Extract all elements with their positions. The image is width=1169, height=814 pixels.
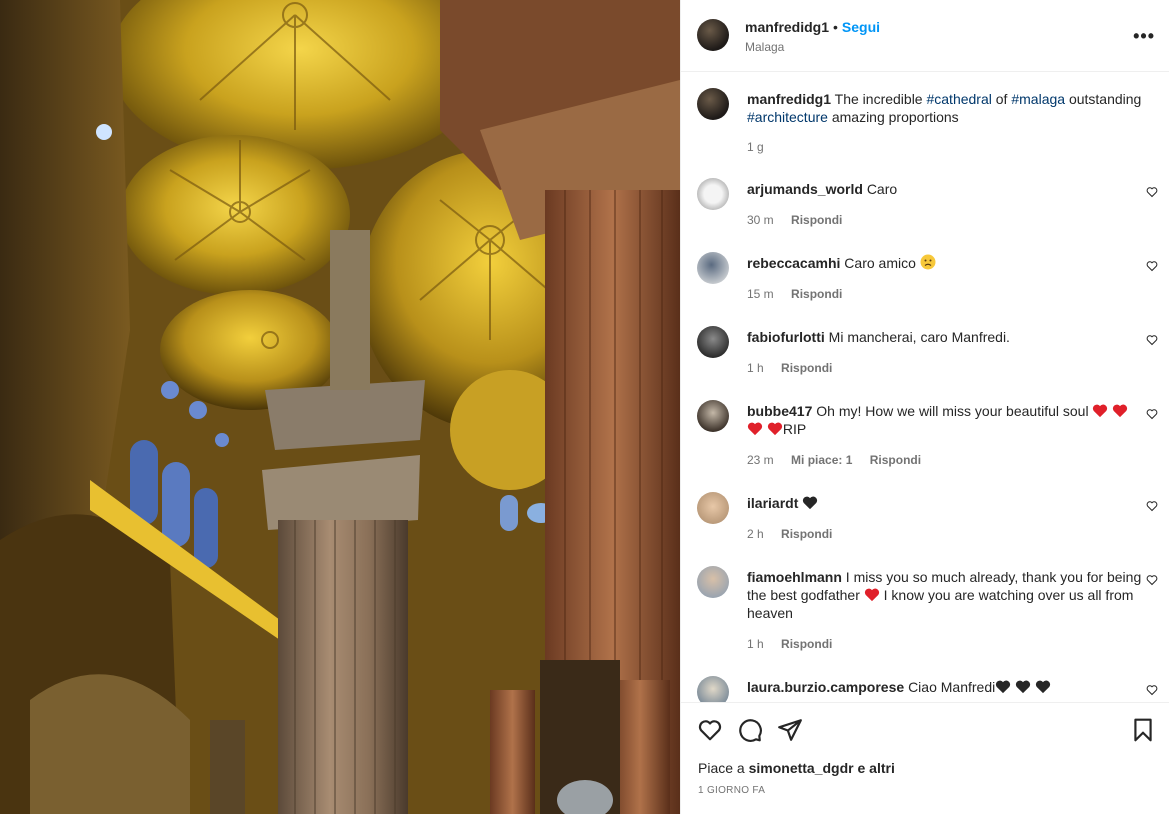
reply-button[interactable]: Rispondi <box>791 213 842 227</box>
comment-time[interactable]: 23 m <box>747 453 774 467</box>
comment-username[interactable]: fabiofurlotti <box>747 329 825 345</box>
commenter-avatar[interactable] <box>697 252 729 284</box>
comment-likes[interactable]: Mi piace: 1 <box>791 453 852 467</box>
comment-time[interactable]: 15 m <box>747 287 774 301</box>
like-comment-heart-icon[interactable] <box>1146 500 1158 512</box>
reply-button[interactable]: Rispondi <box>870 453 921 467</box>
comment-body-end: RIP <box>782 421 807 437</box>
comment-text: fabiofurlotti Mi mancherai, caro Manfred… <box>747 328 1147 346</box>
commenter-avatar[interactable] <box>697 492 729 524</box>
comment-username[interactable]: fiamoehlmann <box>747 569 842 585</box>
post-sidebar: manfredidg1 • Segui Malaga ••• manfredidg1… <box>680 0 1169 814</box>
commenter-avatar[interactable] <box>697 566 729 598</box>
caption-username[interactable]: manfredidg1 <box>747 91 831 107</box>
comment-meta: 23 m Mi piace: 1 Rispondi <box>747 453 935 467</box>
post-header: manfredidg1 • Segui Malaga ••• <box>681 0 1169 72</box>
caption-text-2: of <box>995 91 1008 107</box>
caption-text-3: outstanding <box>1068 91 1142 107</box>
comment-body: Ciao Manfredi <box>908 679 996 695</box>
comment-text: fiamoehlmann I miss you so much already,… <box>747 568 1147 622</box>
comment-text: rebeccacamhi Caro amico <box>747 254 1147 272</box>
caption-avatar[interactable] <box>697 88 729 120</box>
comment-meta: 30 m Rispondi <box>747 213 856 227</box>
comment-text: ilariardt <box>747 494 1147 512</box>
sad-face-icon <box>920 254 936 270</box>
share-send-icon[interactable] <box>777 717 803 743</box>
comment-text: bubbe417 Oh my! How we will miss your be… <box>747 402 1147 438</box>
like-comment-heart-icon[interactable] <box>1146 260 1158 272</box>
author-username[interactable]: manfredidg1 <box>745 19 829 35</box>
comment-username[interactable]: laura.burzio.camporese <box>747 679 904 695</box>
black-hearts-emoji <box>995 679 1051 695</box>
black-heart-emoji <box>803 496 818 510</box>
like-comment-heart-icon[interactable] <box>1146 334 1158 346</box>
comment-body: Caro <box>866 181 898 197</box>
like-comment-heart-icon[interactable] <box>1146 186 1158 198</box>
comment-username[interactable]: arjumands_world <box>747 181 863 197</box>
comment-username[interactable]: bubbe417 <box>747 403 812 419</box>
save-bookmark-icon[interactable] <box>1130 717 1156 743</box>
hashtag-cathedral[interactable]: #cathedral <box>926 91 991 107</box>
hashtag-architecture[interactable]: #architecture <box>747 109 828 125</box>
comment-username[interactable]: ilariardt <box>747 495 798 511</box>
more-options-icon[interactable]: ••• <box>1133 26 1155 47</box>
caption-meta: 1 g <box>747 140 778 154</box>
comment-body: Caro amico <box>844 255 916 271</box>
likes-others[interactable]: e altri <box>858 760 895 776</box>
reply-button[interactable]: Rispondi <box>781 527 832 541</box>
comment-time[interactable]: 2 h <box>747 527 764 541</box>
post-dialog: manfredidg1 • Segui Malaga ••• manfredidg1… <box>0 0 1169 814</box>
red-heart-emoji <box>864 588 879 602</box>
caption-text-4: amazing proportions <box>831 109 959 125</box>
comment-meta: 1 h Rispondi <box>747 637 846 651</box>
reply-button[interactable]: Rispondi <box>791 287 842 301</box>
comment-time[interactable]: 1 h <box>747 361 764 375</box>
location-link[interactable]: Malaga <box>745 40 784 54</box>
post-image[interactable] <box>0 0 680 814</box>
comment-meta: 15 m Rispondi <box>747 287 856 301</box>
comment-meta: 1 h Rispondi <box>747 361 846 375</box>
follow-button[interactable]: Segui <box>842 19 880 35</box>
commenter-avatar[interactable] <box>697 400 729 432</box>
comment-body: Mi mancherai, caro Manfredi. <box>828 329 1010 345</box>
commenter-avatar[interactable] <box>697 178 729 210</box>
comment-text: laura.burzio.camporese Ciao Manfredi <box>747 678 1147 696</box>
like-comment-heart-icon[interactable] <box>1146 574 1158 586</box>
comment-username[interactable]: rebeccacamhi <box>747 255 840 271</box>
comment-body: Oh my! How we will miss your beautiful s… <box>816 403 1089 419</box>
caption-text-1: The incredible <box>834 91 923 107</box>
cathedral-photo <box>0 0 680 814</box>
reply-button[interactable]: Rispondi <box>781 361 832 375</box>
likes-prefix: Piace a <box>698 760 745 776</box>
author-avatar[interactable] <box>697 19 729 51</box>
comments-list[interactable]: manfredidg1 The incredible #cathedral of… <box>681 72 1169 702</box>
commenter-avatar[interactable] <box>697 676 729 702</box>
post-actions: Piace a simonetta_dgdr e altri 1 GIORNO … <box>681 702 1169 814</box>
hashtag-malaga[interactable]: #malaga <box>1011 91 1065 107</box>
author-line: manfredidg1 • Segui <box>745 19 880 35</box>
likes-summary: Piace a simonetta_dgdr e altri <box>698 760 895 776</box>
caption-time[interactable]: 1 g <box>747 140 764 154</box>
reply-button[interactable]: Rispondi <box>781 637 832 651</box>
like-heart-icon[interactable] <box>697 717 723 743</box>
commenter-avatar[interactable] <box>697 326 729 358</box>
likes-user[interactable]: simonetta_dgdr <box>749 760 854 776</box>
post-time[interactable]: 1 GIORNO FA <box>698 785 765 796</box>
comment-time[interactable]: 30 m <box>747 213 774 227</box>
comment-text: arjumands_world Caro <box>747 180 1147 198</box>
caption-text: manfredidg1 The incredible #cathedral of… <box>747 90 1147 126</box>
comment-time[interactable]: 1 h <box>747 637 764 651</box>
like-comment-heart-icon[interactable] <box>1146 684 1158 696</box>
separator-dot: • <box>833 19 838 35</box>
comment-meta: 2 h Rispondi <box>747 527 846 541</box>
like-comment-heart-icon[interactable] <box>1146 408 1158 420</box>
comment-icon[interactable] <box>737 717 763 743</box>
